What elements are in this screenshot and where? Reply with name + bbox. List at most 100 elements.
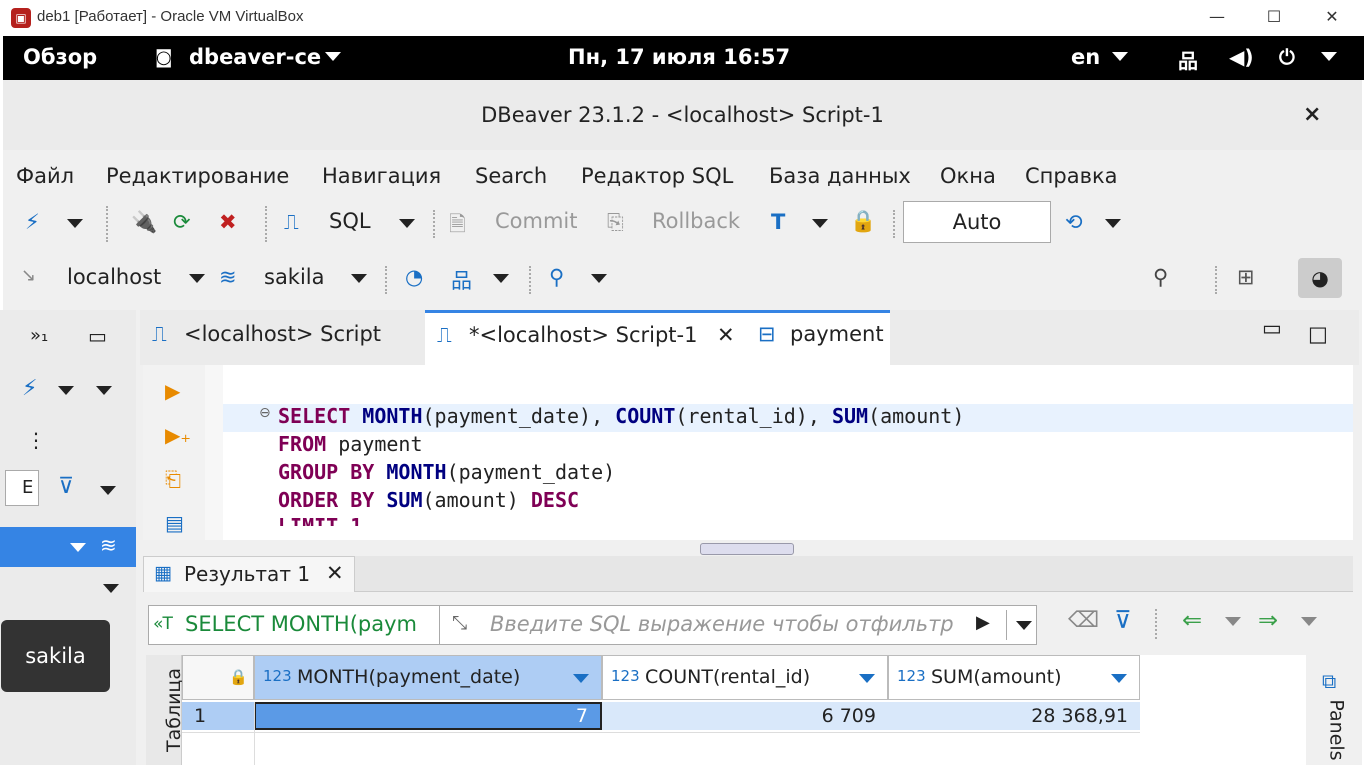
sort-icon[interactable] <box>859 674 875 683</box>
rollback-button[interactable]: Rollback <box>652 209 740 233</box>
tab-table-view[interactable]: Таблица <box>146 655 185 765</box>
close-window-button[interactable]: ✕ <box>1320 6 1344 28</box>
chevron-down-icon[interactable] <box>67 219 83 228</box>
transaction-mode-field[interactable]: Auto <box>903 201 1051 243</box>
app-menu-button[interactable]: dbeaver-ce <box>189 45 321 69</box>
menu-sql-editor[interactable]: Редактор SQL <box>581 164 733 188</box>
activities-button[interactable]: Обзор <box>23 45 97 69</box>
more-icon[interactable]: ⋮ <box>26 428 46 452</box>
apply-filter-icon[interactable]: ▶ <box>976 612 990 633</box>
global-search-icon[interactable]: ⚲ <box>1153 265 1168 289</box>
chevron-down-icon[interactable] <box>591 274 607 283</box>
close-tab-icon[interactable]: ✕ <box>326 561 344 585</box>
history-icon[interactable]: ⟲ <box>1065 210 1083 234</box>
chevron-down-icon[interactable] <box>1301 617 1317 626</box>
chevron-down-icon[interactable] <box>58 386 74 395</box>
expand-icon[interactable] <box>70 543 86 552</box>
new-connection-icon[interactable]: ⚡ <box>25 210 40 234</box>
eraser-icon[interactable]: ⌫ <box>1068 608 1099 633</box>
execute-script-icon[interactable]: ⎗ <box>165 467 181 491</box>
chevron-down-icon[interactable] <box>96 386 112 395</box>
filter-icon[interactable]: ⊽ <box>58 474 74 499</box>
column-header-sum[interactable]: 123 SUM(amount) <box>888 655 1140 700</box>
sql-button[interactable]: SQL <box>329 209 371 233</box>
filter-history-icon[interactable] <box>1016 621 1032 630</box>
panels-tab[interactable]: Panels <box>1326 699 1348 760</box>
menu-file[interactable]: Файл <box>16 164 74 188</box>
filter-input[interactable]: ⤡ Введите SQL выражение чтобы отфильтр ▶ <box>440 605 1037 645</box>
close-dbeaver-button[interactable]: × <box>1303 102 1321 127</box>
volume-icon[interactable]: ◀) <box>1229 45 1254 69</box>
query-text-field[interactable]: «T SELECT MONTH(paym <box>148 605 440 645</box>
collapse-panel-icon[interactable]: »₁ <box>30 325 48 346</box>
chevron-down-icon[interactable] <box>1105 219 1121 228</box>
tab-payment[interactable]: payment <box>790 322 884 346</box>
back-arrow-icon[interactable]: ⇐ <box>1182 606 1202 634</box>
forward-arrow-icon[interactable]: ⇒ <box>1258 606 1278 634</box>
lock-icon[interactable]: 🔒 <box>850 209 876 234</box>
cell-sum[interactable]: 28 368,91 <box>888 702 1140 730</box>
column-header-month[interactable]: 123 MONTH(payment_date) <box>254 655 602 700</box>
chevron-down-icon[interactable] <box>189 274 205 283</box>
tab-result-1[interactable]: ▦ Результат 1 ✕ <box>143 556 355 592</box>
connect-icon[interactable]: 🔌 <box>131 210 157 235</box>
perspective-icon[interactable]: ⊞ <box>1237 265 1255 289</box>
rollback-icon[interactable]: ⎘ <box>607 210 624 235</box>
minimize-editor-icon[interactable]: ▭ <box>1262 316 1282 340</box>
dashboard-icon[interactable]: ◔ <box>405 265 423 289</box>
menu-help[interactable]: Справка <box>1025 164 1118 188</box>
network-icon[interactable]: 品 <box>1178 45 1198 74</box>
cell-month[interactable]: 7 <box>254 702 602 730</box>
panel-splitter[interactable] <box>700 543 794 555</box>
maximize-panel-icon[interactable]: ▭ <box>88 324 107 348</box>
power-icon[interactable]: ⏻ <box>1279 45 1295 69</box>
panels-icon[interactable]: ⧉ <box>1322 669 1336 693</box>
new-connection-icon[interactable]: ⚡ <box>22 376 37 401</box>
close-tab-icon[interactable]: ✕ <box>717 323 735 347</box>
chevron-down-icon[interactable] <box>812 219 828 228</box>
clock-button[interactable]: Пн, 17 июля 16:57 <box>568 45 790 69</box>
maximize-button[interactable]: ☐ <box>1262 6 1286 28</box>
disconnect-icon[interactable]: ✖ <box>219 210 237 234</box>
chevron-down-icon[interactable] <box>399 219 415 228</box>
menu-search[interactable]: Search <box>475 164 547 188</box>
transaction-mode-icon[interactable]: T <box>771 210 785 234</box>
tab-script[interactable]: <localhost> Script <box>184 322 381 346</box>
row-number[interactable]: 1 <box>182 702 254 730</box>
commit-button[interactable]: Commit <box>495 209 578 233</box>
menu-edit[interactable]: Редактирование <box>106 164 289 188</box>
menu-navigate[interactable]: Навигация <box>322 164 441 188</box>
filter-icon[interactable]: ⊽ <box>1114 606 1132 634</box>
execute-new-tab-icon[interactable]: ▶₊ <box>165 423 191 447</box>
app-icon: ◙ <box>155 47 173 68</box>
maximize-editor-icon[interactable]: □ <box>1308 322 1328 346</box>
commit-icon[interactable]: 🗎 <box>449 210 466 245</box>
menu-database[interactable]: База данных <box>769 164 911 188</box>
chevron-down-icon[interactable] <box>493 274 509 283</box>
minimize-button[interactable]: — <box>1205 6 1229 28</box>
reconnect-icon[interactable]: ⟳ <box>173 210 191 234</box>
fold-icon[interactable]: ⊖ <box>259 405 271 421</box>
sql-editor-icon[interactable]: ⎍ <box>284 210 299 235</box>
menu-window[interactable]: Окна <box>940 164 996 188</box>
expand-icon[interactable] <box>103 584 119 593</box>
chevron-down-icon[interactable] <box>100 486 116 495</box>
schema-icon[interactable]: 品 <box>451 265 472 295</box>
sort-icon[interactable] <box>1111 674 1127 683</box>
tree-item-sakila[interactable]: ≋ <box>0 527 136 567</box>
column-header-count[interactable]: 123 COUNT(rental_id) <box>602 655 888 700</box>
search-icon[interactable]: ⚲ <box>549 265 564 289</box>
execute-statement-icon[interactable]: ▶ <box>165 379 180 403</box>
sort-icon[interactable] <box>573 674 589 683</box>
connection-selector[interactable]: localhost <box>67 265 161 289</box>
chevron-down-icon[interactable] <box>351 274 367 283</box>
expand-filter-icon[interactable]: ⤡ <box>452 612 467 634</box>
database-selector[interactable]: sakila <box>264 265 325 289</box>
keyboard-layout-button[interactable]: en <box>1071 45 1100 69</box>
cell-count[interactable]: 6 709 <box>602 702 888 730</box>
chevron-down-icon[interactable] <box>1225 617 1241 626</box>
explain-plan-icon[interactable]: ▤ <box>165 511 184 535</box>
dbeaver-perspective-icon[interactable]: ◕ <box>1298 258 1342 298</box>
navigator-filter-input[interactable]: E <box>5 470 39 506</box>
